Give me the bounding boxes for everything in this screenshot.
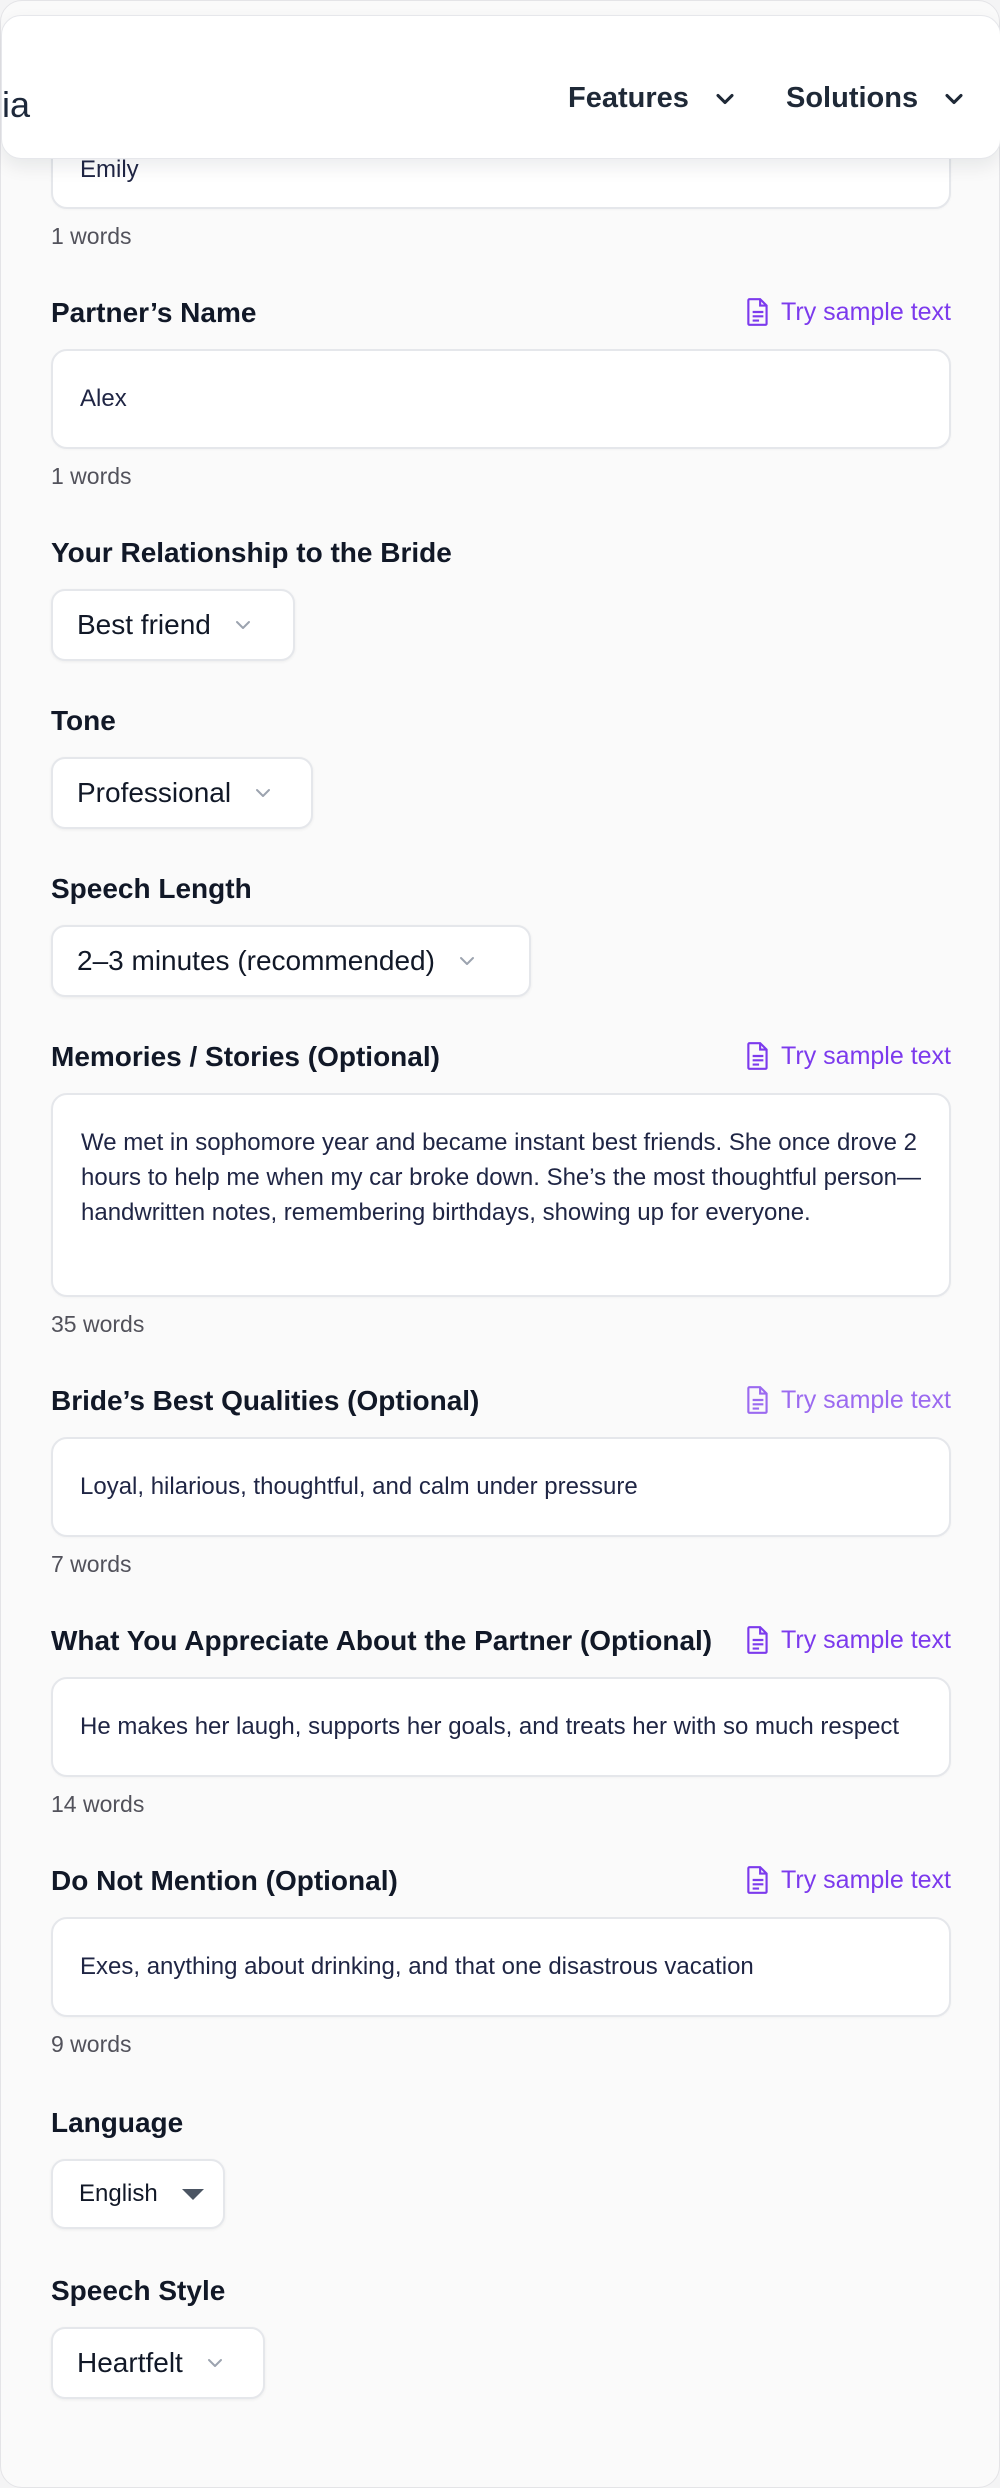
speech-style-select[interactable]: Heartfelt bbox=[51, 2327, 265, 2399]
logo[interactable]: ia bbox=[2, 84, 30, 126]
document-icon bbox=[747, 1866, 768, 1894]
tone-selected: Professional bbox=[77, 777, 232, 808]
sample-label: Try sample text bbox=[781, 1385, 951, 1414]
nav-features-label: Features bbox=[568, 82, 689, 114]
document-icon bbox=[747, 1626, 768, 1654]
speech-length-selected: 2–3 minutes (recommended) bbox=[77, 945, 435, 976]
caret-down-icon bbox=[181, 2188, 204, 2200]
chevron-down-icon bbox=[716, 93, 734, 104]
appreciate-input[interactable]: He makes her laugh, supports her goals, … bbox=[51, 1677, 951, 1777]
document-icon bbox=[747, 1386, 768, 1414]
memories-label: Memories / Stories (Optional) bbox=[51, 1041, 440, 1072]
memories-sample-button[interactable]: Try sample text bbox=[745, 1041, 951, 1071]
document-icon bbox=[747, 298, 768, 326]
memories-word-count: 35 words bbox=[51, 1311, 145, 1337]
partner-name-word-count: 1 words bbox=[51, 463, 132, 489]
chevron-down-icon bbox=[256, 789, 271, 797]
do-not-mention-value: Exes, anything about drinking, and that … bbox=[80, 1953, 754, 1980]
your-name-word-count: 1 words bbox=[51, 223, 132, 249]
qualities-input[interactable]: Loyal, hilarious, thoughtful, and calm u… bbox=[51, 1437, 951, 1537]
chevron-down-icon bbox=[459, 957, 474, 965]
sample-label: Try sample text bbox=[781, 1625, 951, 1654]
appreciate-sample-button[interactable]: Try sample text bbox=[745, 1625, 951, 1655]
relationship-selected: Best friend bbox=[77, 609, 211, 640]
speech-length-select[interactable]: 2–3 minutes (recommended) bbox=[51, 925, 531, 997]
appreciate-label: What You Appreciate About the Partner (O… bbox=[51, 1625, 713, 1656]
speech-style-selected: Heartfelt bbox=[77, 2347, 183, 2378]
relationship-label: Your Relationship to the Bride bbox=[51, 537, 452, 568]
sample-label: Try sample text bbox=[781, 1865, 951, 1894]
memories-value: We met in sophomore year and became inst… bbox=[81, 1129, 922, 1226]
your-name-value: Emily bbox=[80, 156, 139, 183]
qualities-value: Loyal, hilarious, thoughtful, and calm u… bbox=[80, 1473, 638, 1500]
nav-solutions[interactable]: Solutions bbox=[786, 82, 968, 115]
speech-length-label: Speech Length bbox=[51, 873, 252, 904]
relationship-select[interactable]: Best friend bbox=[51, 589, 295, 661]
do-not-mention-sample-button[interactable]: Try sample text bbox=[745, 1865, 951, 1895]
qualities-label: Bride’s Best Qualities (Optional) bbox=[51, 1385, 480, 1416]
do-not-mention-label: Do Not Mention (Optional) bbox=[51, 1865, 398, 1896]
language-label: Language bbox=[51, 2107, 184, 2138]
partner-name-value: Alex bbox=[80, 385, 127, 412]
appreciate-word-count: 14 words bbox=[51, 1791, 145, 1817]
chevron-down-icon bbox=[235, 621, 250, 629]
tone-label: Tone bbox=[51, 705, 116, 736]
do-not-mention-word-count: 9 words bbox=[51, 2031, 132, 2057]
do-not-mention-input[interactable]: Exes, anything about drinking, and that … bbox=[51, 1917, 951, 2017]
qualities-sample-button[interactable]: Try sample text bbox=[745, 1385, 951, 1415]
language-select[interactable]: English bbox=[51, 2159, 225, 2229]
form-card: ia Features Solutions Emily 1 words Part… bbox=[0, 0, 1000, 2488]
qualities-word-count: 7 words bbox=[51, 1551, 132, 1577]
partner-name-label: Partner’s Name bbox=[51, 297, 257, 328]
chevron-down-icon bbox=[945, 93, 963, 104]
nav-solutions-label: Solutions bbox=[786, 82, 919, 114]
document-icon bbox=[747, 1042, 768, 1070]
top-navigation: ia Features Solutions bbox=[1, 15, 1000, 159]
chevron-down-icon bbox=[207, 2359, 222, 2367]
nav-features[interactable]: Features bbox=[568, 82, 739, 115]
sample-label: Try sample text bbox=[781, 297, 951, 326]
tone-select[interactable]: Professional bbox=[51, 757, 313, 829]
partner-name-input[interactable]: Alex bbox=[51, 349, 951, 449]
partner-name-sample-button[interactable]: Try sample text bbox=[745, 297, 951, 327]
speech-style-label: Speech Style bbox=[51, 2275, 226, 2306]
memories-textarea[interactable]: We met in sophomore year and became inst… bbox=[51, 1093, 951, 1297]
language-selected: English bbox=[79, 2180, 158, 2207]
appreciate-value: He makes her laugh, supports her goals, … bbox=[80, 1713, 900, 1740]
sample-label: Try sample text bbox=[781, 1041, 951, 1070]
